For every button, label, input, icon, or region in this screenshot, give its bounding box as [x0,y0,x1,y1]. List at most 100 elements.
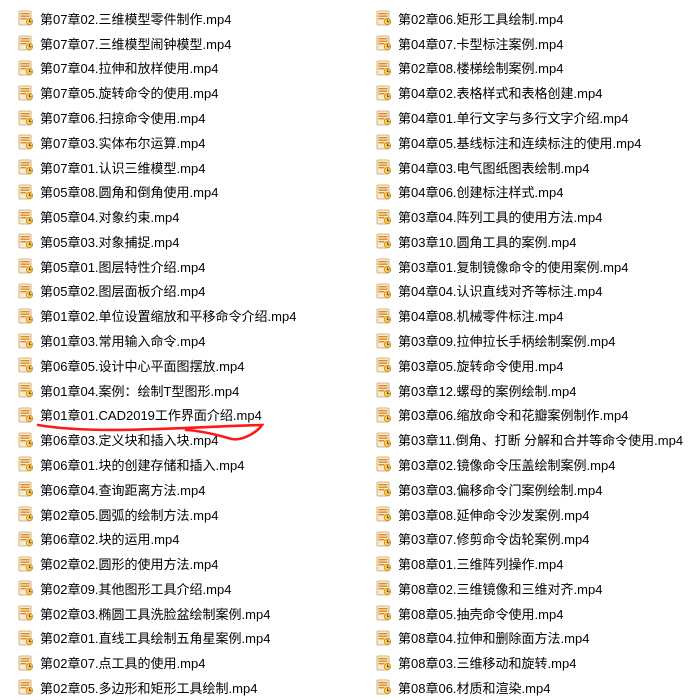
file-name-label: 第03章09.拉伸拉长手柄绘制案例.mp4 [398,331,615,350]
file-item[interactable]: 第08章01.三维阵列操作.mp4 [358,551,700,576]
file-name-label: 第07章07.三维模型闹钟模型.mp4 [40,34,231,53]
video-file-icon [376,357,392,373]
file-item[interactable]: 第02章06.矩形工具绘制.mp4 [358,6,700,31]
file-item[interactable]: 第04章01.单行文字与多行文字介绍.mp4 [358,105,700,130]
file-name-label: 第02章05.多边形和矩形工具绘制.mp4 [40,678,257,697]
file-item[interactable]: 第03章11.倒角、打断 分解和合并等命令使用.mp4 [358,427,700,452]
file-name-label: 第06章02.块的运用.mp4 [40,529,179,548]
file-item[interactable]: 第04章04.认识直线对齐等标注.mp4 [358,279,700,304]
video-file-icon [18,333,34,349]
video-file-icon [18,209,34,225]
video-file-icon [18,456,34,472]
file-item[interactable]: 第03章05.旋转命令使用.mp4 [358,353,700,378]
video-file-icon [18,605,34,621]
file-item[interactable]: 第08章02.三维镜像和三维对齐.mp4 [358,576,700,601]
file-item[interactable]: 第04章03.电气图纸图表绘制.mp4 [358,155,700,180]
file-name-label: 第07章06.扫掠命令使用.mp4 [40,108,205,127]
file-item[interactable]: 第07章04.拉伸和放样使用.mp4 [0,56,358,81]
video-file-icon [376,382,392,398]
video-file-icon [376,506,392,522]
video-file-icon [376,531,392,547]
video-file-icon [18,655,34,671]
file-item[interactable]: 第05章03.对象捕捉.mp4 [0,229,358,254]
file-item[interactable]: 第01章02.单位设置缩放和平移命令介绍.mp4 [0,303,358,328]
file-name-label: 第03章06.缩放命令和花瓣案例制作.mp4 [398,405,628,424]
file-item[interactable]: 第07章07.三维模型闹钟模型.mp4 [0,31,358,56]
video-file-icon [18,531,34,547]
file-column-right: 第02章06.矩形工具绘制.mp4 第04章07.卡型标注案例.mp4 第02章… [358,0,700,700]
file-name-label: 第03章10.圆角工具的案例.mp4 [398,232,576,251]
file-item[interactable]: 第07章01.认识三维模型.mp4 [0,155,358,180]
file-item[interactable]: 第04章07.卡型标注案例.mp4 [358,31,700,56]
file-item[interactable]: 第03章02.镜像命令压盖绘制案例.mp4 [358,452,700,477]
file-item[interactable]: 第08章03.三维移动和旋转.mp4 [358,650,700,675]
file-name-label: 第08章05.抽壳命令使用.mp4 [398,604,563,623]
file-item[interactable]: 第01章03.常用输入命令.mp4 [0,328,358,353]
file-item[interactable]: 第05章04.对象约束.mp4 [0,204,358,229]
file-item[interactable]: 第06章04.查询距离方法.mp4 [0,477,358,502]
file-item[interactable]: 第03章08.延伸命令沙发案例.mp4 [358,502,700,527]
file-name-label: 第05章03.对象捕捉.mp4 [40,232,179,251]
file-name-label: 第07章03.实体布尔运算.mp4 [40,133,205,152]
file-item[interactable]: 第06章05.设计中心平面图摆放.mp4 [0,353,358,378]
file-item[interactable]: 第06章03.定义块和插入块.mp4 [0,427,358,452]
file-item[interactable]: 第07章02.三维模型零件制作.mp4 [0,6,358,31]
file-item[interactable]: 第03章01.复制镜像命令的使用案例.mp4 [358,254,700,279]
file-list-pane: 第07章02.三维模型零件制作.mp4 第07章07.三维模型闹钟模型.mp4 … [0,0,700,700]
video-file-icon [18,432,34,448]
file-item[interactable]: 第03章04.阵列工具的使用方法.mp4 [358,204,700,229]
file-item[interactable]: 第05章01.图层特性介绍.mp4 [0,254,358,279]
file-item[interactable]: 第07章05.旋转命令的使用.mp4 [0,80,358,105]
video-file-icon [18,481,34,497]
file-item[interactable]: 第01章01.CAD2019工作界面介绍.mp4 [0,403,358,428]
file-item[interactable]: 第04章06.创建标注样式.mp4 [358,179,700,204]
file-item[interactable]: 第01章04.案例：绘制T型图形.mp4 [0,378,358,403]
video-file-icon [18,184,34,200]
file-name-label: 第02章01.直线工具绘制五角星案例.mp4 [40,628,270,647]
file-item[interactable]: 第03章10.圆角工具的案例.mp4 [358,229,700,254]
file-item[interactable]: 第08章04.拉伸和删除面方法.mp4 [358,626,700,651]
video-file-icon [18,110,34,126]
file-item[interactable]: 第05章02.图层面板介绍.mp4 [0,279,358,304]
file-item[interactable]: 第04章08.机械零件标注.mp4 [358,303,700,328]
file-item[interactable]: 第02章02.圆形的使用方法.mp4 [0,551,358,576]
file-item[interactable]: 第07章03.实体布尔运算.mp4 [0,130,358,155]
file-name-label: 第07章05.旋转命令的使用.mp4 [40,83,218,102]
video-file-icon [18,556,34,572]
video-file-icon [18,382,34,398]
file-item[interactable]: 第02章07.点工具的使用.mp4 [0,650,358,675]
file-item[interactable]: 第03章07.修剪命令齿轮案例.mp4 [358,526,700,551]
file-name-label: 第02章03.椭圆工具洗脸盆绘制案例.mp4 [40,604,270,623]
file-item[interactable]: 第04章05.基线标注和连续标注的使用.mp4 [358,130,700,155]
file-name-label: 第07章04.拉伸和放样使用.mp4 [40,58,218,77]
file-name-label: 第05章08.圆角和倒角使用.mp4 [40,182,218,201]
video-file-icon [376,407,392,423]
file-name-label: 第04章02.表格样式和表格创建.mp4 [398,83,602,102]
file-item[interactable]: 第02章09.其他图形工具介绍.mp4 [0,576,358,601]
file-item[interactable]: 第06章02.块的运用.mp4 [0,526,358,551]
file-item[interactable]: 第03章12.螺母的案例绘制.mp4 [358,378,700,403]
file-item[interactable]: 第03章09.拉伸拉长手柄绘制案例.mp4 [358,328,700,353]
file-name-label: 第03章04.阵列工具的使用方法.mp4 [398,207,602,226]
video-file-icon [376,184,392,200]
file-item[interactable]: 第08章06.材质和渲染.mp4 [358,675,700,700]
file-item[interactable]: 第04章02.表格样式和表格创建.mp4 [358,80,700,105]
file-item[interactable]: 第02章05.圆弧的绘制方法.mp4 [0,502,358,527]
file-name-label: 第04章08.机械零件标注.mp4 [398,306,563,325]
file-item[interactable]: 第06章01.块的创建存储和插入.mp4 [0,452,358,477]
video-file-icon [18,308,34,324]
file-item[interactable]: 第02章03.椭圆工具洗脸盆绘制案例.mp4 [0,601,358,626]
file-name-label: 第04章03.电气图纸图表绘制.mp4 [398,158,589,177]
file-item[interactable]: 第05章08.圆角和倒角使用.mp4 [0,179,358,204]
file-item[interactable]: 第08章05.抽壳命令使用.mp4 [358,601,700,626]
file-item[interactable]: 第02章08.楼梯绘制案例.mp4 [358,56,700,81]
file-item[interactable]: 第03章03.偏移命令门案例绘制.mp4 [358,477,700,502]
file-item[interactable]: 第07章06.扫掠命令使用.mp4 [0,105,358,130]
video-file-icon [18,630,34,646]
video-file-icon [18,85,34,101]
video-file-icon [18,60,34,76]
video-file-icon [376,110,392,126]
file-item[interactable]: 第03章06.缩放命令和花瓣案例制作.mp4 [358,403,700,428]
file-item[interactable]: 第02章05.多边形和矩形工具绘制.mp4 [0,675,358,700]
file-item[interactable]: 第02章01.直线工具绘制五角星案例.mp4 [0,626,358,651]
